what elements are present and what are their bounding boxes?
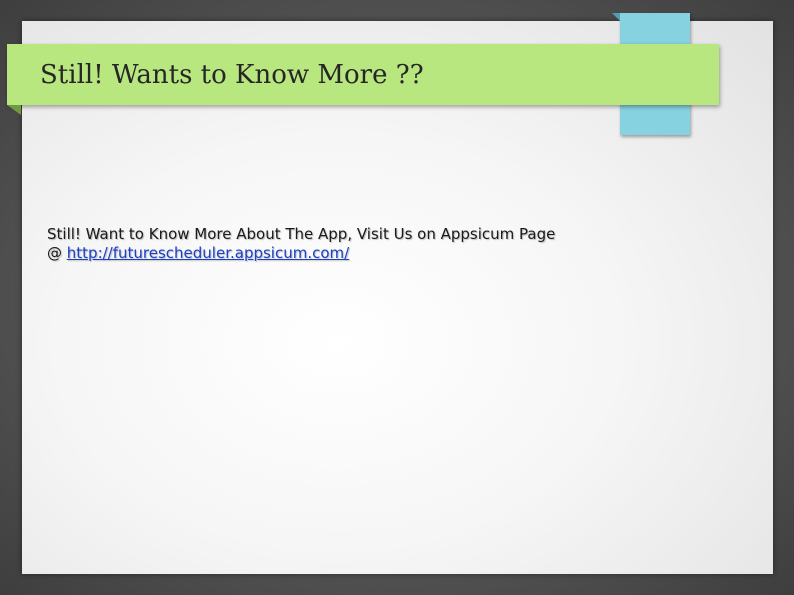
accent-tab-fold — [612, 13, 620, 21]
slide-body[interactable]: Still! Want to Know More About The App, … — [47, 225, 727, 263]
body-line-2: @ http://futurescheduler.appsicum.com/ — [47, 244, 727, 263]
appsicum-link[interactable]: http://futurescheduler.appsicum.com/ — [67, 244, 349, 262]
slide-title[interactable]: Still! Wants to Know More ?? — [40, 57, 424, 93]
title-bar-fold — [7, 105, 21, 115]
at-symbol: @ — [47, 244, 67, 262]
body-line-1: Still! Want to Know More About The App, … — [47, 225, 556, 243]
